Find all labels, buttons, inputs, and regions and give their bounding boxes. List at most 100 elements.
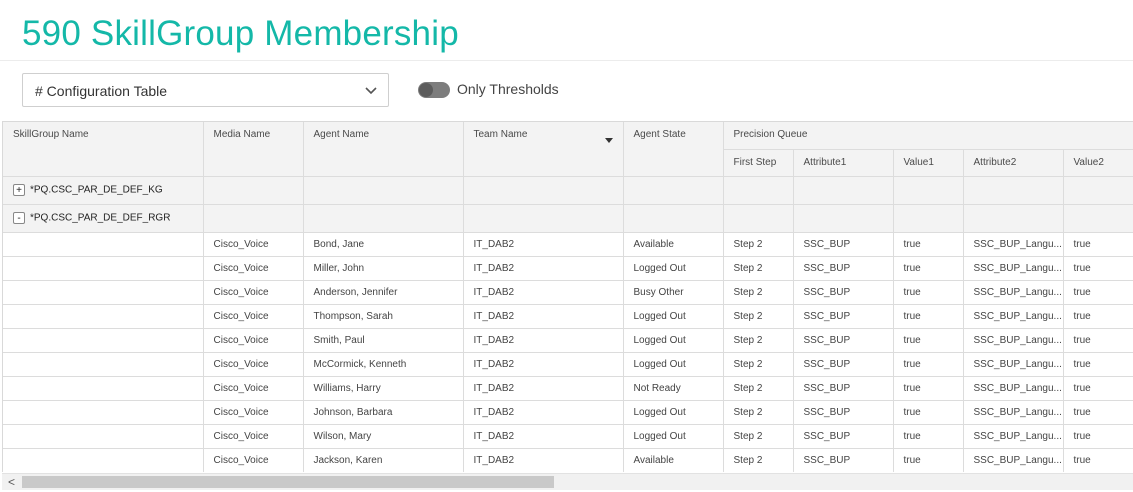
sort-desc-icon[interactable]: [604, 138, 613, 143]
team-cell: IT_DAB2: [463, 304, 624, 329]
table-row[interactable]: Cisco_Voice Anderson, Jennifer IT_DAB2 Busy…: [3, 280, 1133, 305]
view-select[interactable]: # Configuration Table: [22, 73, 389, 107]
attribute2-cell: SSC_BUP_Langu...: [963, 304, 1064, 329]
table-row[interactable]: Cisco_Voice Jackson, Karen IT_DAB2 Availabl…: [3, 448, 1133, 472]
toggle-knob: [419, 83, 433, 97]
col-header-first-step[interactable]: First Step: [723, 149, 794, 177]
team-cell: IT_DAB2: [463, 448, 624, 472]
agent-cell: Anderson, Jennifer: [303, 280, 464, 305]
media-cell: Cisco_Voice: [203, 448, 304, 472]
state-cell: Logged Out: [623, 304, 724, 329]
col-header-value2[interactable]: Value2: [1063, 149, 1133, 177]
team-cell: IT_DAB2: [463, 256, 624, 281]
media-cell: Cisco_Voice: [203, 304, 304, 329]
first-step-cell: Step 2: [723, 232, 794, 257]
value2-cell: true: [1063, 280, 1133, 305]
only-thresholds-toggle[interactable]: [418, 82, 450, 98]
value2-cell: true: [1063, 352, 1133, 377]
agent-cell: Smith, Paul: [303, 328, 464, 353]
value1-cell: true: [893, 352, 964, 377]
media-cell: Cisco_Voice: [203, 328, 304, 353]
value1-cell: true: [893, 232, 964, 257]
table-row[interactable]: Cisco_Voice Johnson, Barbara IT_DAB2 Logged…: [3, 400, 1133, 425]
first-step-cell: Step 2: [723, 376, 794, 401]
value1-cell: true: [893, 376, 964, 401]
media-cell: Cisco_Voice: [203, 256, 304, 281]
value1-cell: true: [893, 448, 964, 472]
col-header-agent[interactable]: Agent Name: [303, 122, 464, 177]
chevron-down-icon: [364, 82, 378, 101]
attribute1-cell: SSC_BUP: [793, 328, 894, 353]
team-cell: IT_DAB2: [463, 232, 624, 257]
group-cell: - *PQ.CSC_PAR_DE_DEF_RGR: [3, 204, 204, 233]
attribute2-cell: SSC_BUP_Langu...: [963, 280, 1064, 305]
table-row[interactable]: Cisco_Voice Williams, Harry IT_DAB2 Not Rea…: [3, 376, 1133, 401]
scroll-left-icon[interactable]: <: [8, 475, 15, 489]
table-row[interactable]: Cisco_Voice Smith, Paul IT_DAB2 Logged Out S…: [3, 328, 1133, 353]
value1-cell: true: [893, 400, 964, 425]
value2-cell: true: [1063, 304, 1133, 329]
value2-cell: true: [1063, 448, 1133, 472]
value2-cell: true: [1063, 232, 1133, 257]
state-cell: Available: [623, 448, 724, 472]
skillgroup-cell: [3, 232, 204, 257]
team-cell: IT_DAB2: [463, 280, 624, 305]
skillgroup-cell: [3, 376, 204, 401]
first-step-cell: Step 2: [723, 400, 794, 425]
group-row: - *PQ.CSC_PAR_DE_DEF_RGR: [3, 204, 1133, 233]
col-header-skillgroup[interactable]: SkillGroup Name: [3, 122, 204, 177]
expand-icon[interactable]: +: [13, 184, 25, 196]
media-cell: Cisco_Voice: [203, 376, 304, 401]
state-cell: Not Ready: [623, 376, 724, 401]
table-row[interactable]: Cisco_Voice McCormick, Kenneth IT_DAB2 Logg…: [3, 352, 1133, 377]
header-divider: [0, 60, 1133, 61]
first-step-cell: Step 2: [723, 424, 794, 449]
media-cell: Cisco_Voice: [203, 424, 304, 449]
first-step-cell: Step 2: [723, 328, 794, 353]
membership-grid: SkillGroup Name Media Name Agent Name Te…: [2, 121, 1133, 472]
value1-cell: true: [893, 280, 964, 305]
collapse-icon[interactable]: -: [13, 212, 25, 224]
horizontal-scrollbar[interactable]: <: [2, 473, 1133, 490]
skillgroup-cell: [3, 280, 204, 305]
col-header-precision-queue: Precision Queue: [723, 122, 1133, 150]
group-name: *PQ.CSC_PAR_DE_DEF_RGR: [30, 212, 171, 224]
col-header-state[interactable]: Agent State: [623, 122, 724, 177]
scrollbar-thumb[interactable]: [22, 476, 554, 488]
col-header-attribute2[interactable]: Attribute2: [963, 149, 1064, 177]
first-step-cell: Step 2: [723, 304, 794, 329]
state-cell: Available: [623, 232, 724, 257]
attribute2-cell: SSC_BUP_Langu...: [963, 376, 1064, 401]
first-step-cell: Step 2: [723, 280, 794, 305]
value1-cell: true: [893, 424, 964, 449]
agent-cell: Jackson, Karen: [303, 448, 464, 472]
view-select-value: # Configuration Table: [35, 83, 168, 99]
state-cell: Logged Out: [623, 328, 724, 353]
col-header-team[interactable]: Team Name: [463, 122, 624, 177]
media-cell: Cisco_Voice: [203, 352, 304, 377]
table-row[interactable]: Cisco_Voice Wilson, Mary IT_DAB2 Logged Out…: [3, 424, 1133, 449]
attribute2-cell: SSC_BUP_Langu...: [963, 400, 1064, 425]
table-row[interactable]: Cisco_Voice Thompson, Sarah IT_DAB2 Logged …: [3, 304, 1133, 329]
attribute2-cell: SSC_BUP_Langu...: [963, 328, 1064, 353]
skillgroup-cell: [3, 328, 204, 353]
group-cell: + *PQ.CSC_PAR_DE_DEF_KG: [3, 176, 204, 205]
state-cell: Logged Out: [623, 352, 724, 377]
col-header-media[interactable]: Media Name: [203, 122, 304, 177]
value2-cell: true: [1063, 424, 1133, 449]
attribute1-cell: SSC_BUP: [793, 376, 894, 401]
team-cell: IT_DAB2: [463, 400, 624, 425]
col-header-attribute1[interactable]: Attribute1: [793, 149, 894, 177]
attribute1-cell: SSC_BUP: [793, 256, 894, 281]
agent-cell: Miller, John: [303, 256, 464, 281]
table-row[interactable]: Cisco_Voice Bond, Jane IT_DAB2 Available Ste…: [3, 232, 1133, 257]
attribute1-cell: SSC_BUP: [793, 304, 894, 329]
skillgroup-cell: [3, 400, 204, 425]
team-cell: IT_DAB2: [463, 376, 624, 401]
team-cell: IT_DAB2: [463, 328, 624, 353]
media-cell: Cisco_Voice: [203, 280, 304, 305]
table-row[interactable]: Cisco_Voice Miller, John IT_DAB2 Logged Out…: [3, 256, 1133, 281]
col-header-value1[interactable]: Value1: [893, 149, 964, 177]
value2-cell: true: [1063, 328, 1133, 353]
agent-cell: McCormick, Kenneth: [303, 352, 464, 377]
